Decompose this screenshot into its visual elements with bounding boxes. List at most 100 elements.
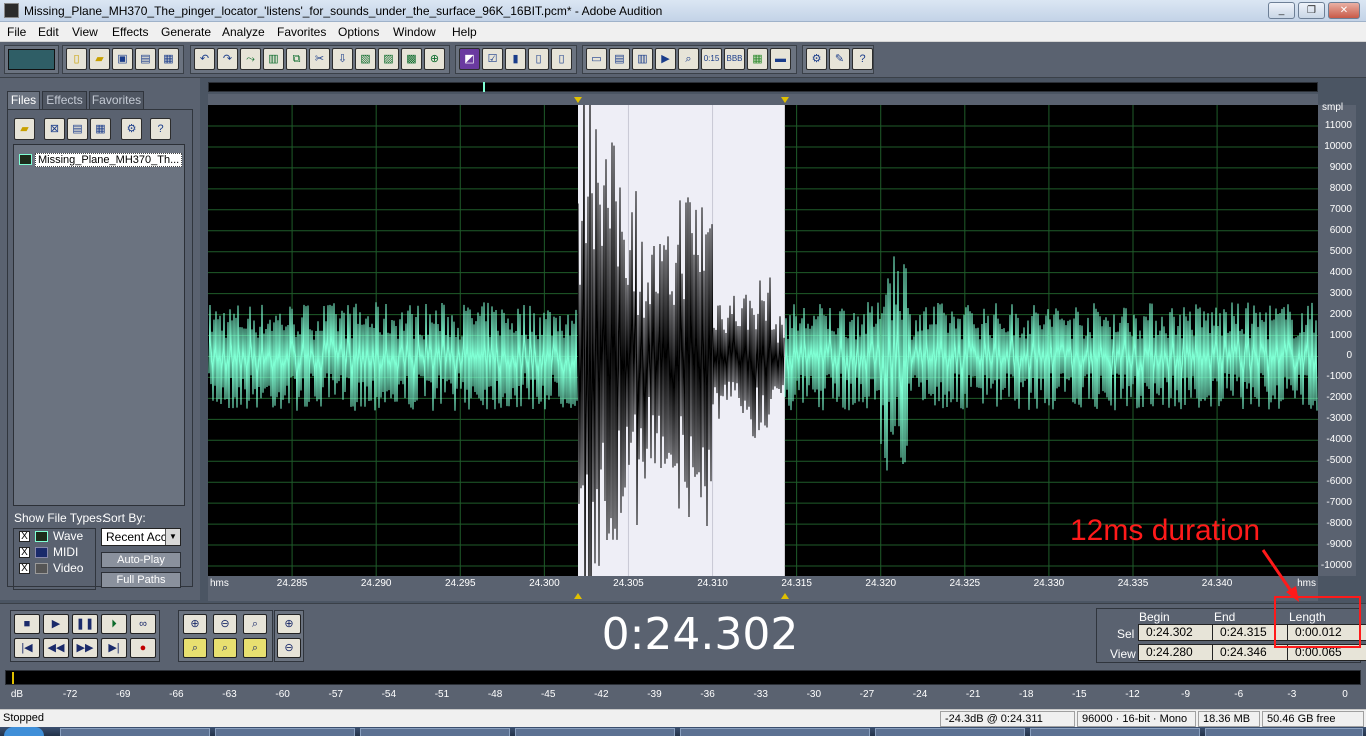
check-icon[interactable]: ☑ <box>482 48 503 70</box>
taskbar-item[interactable] <box>875 728 1025 736</box>
stop-button[interactable]: ■ <box>14 614 40 634</box>
zoom-full-icon[interactable]: ⌕ <box>243 614 267 634</box>
new-file-icon[interactable]: ▯ <box>66 48 87 70</box>
sort-by-select[interactable]: Recent Acc ▼ <box>101 528 181 546</box>
go-to-beginning-button[interactable]: |◀ <box>14 638 40 658</box>
copy-to-new-icon[interactable]: ▥ <box>263 48 284 70</box>
waveform-svg[interactable] <box>208 105 1318 576</box>
selection-end-marker-bottom[interactable] <box>780 593 789 599</box>
menu-favorites[interactable]: Favorites <box>277 25 326 39</box>
effects-window-icon[interactable]: ▤ <box>609 48 630 70</box>
multitrack-view-icon[interactable] <box>8 49 55 70</box>
menu-analyze[interactable]: Analyze <box>222 25 265 39</box>
pause-button[interactable]: ❚❚ <box>72 614 98 634</box>
save-all-icon[interactable]: ▦ <box>158 48 179 70</box>
file-window-icon[interactable]: ▭ <box>586 48 607 70</box>
list-item[interactable]: Missing_Plane_MH370_Th... <box>19 152 183 167</box>
selection-end-marker[interactable] <box>780 97 789 103</box>
chevron-down-icon[interactable]: ▼ <box>165 529 180 545</box>
taskbar-item[interactable] <box>215 728 355 736</box>
open-folder-icon[interactable]: ▰ <box>89 48 110 70</box>
cut-icon[interactable]: ✂ <box>309 48 330 70</box>
settings-icon[interactable]: ⚙ <box>121 118 142 140</box>
level-meter-bar[interactable] <box>5 670 1361 685</box>
zoom-right-edge-icon[interactable]: ⌕ <box>243 638 267 658</box>
go-to-end-button[interactable]: ▶| <box>101 638 127 658</box>
zoom-left-edge-icon[interactable]: ⌕ <box>213 638 237 658</box>
wave-checkbox[interactable]: X <box>19 531 30 542</box>
start-button[interactable] <box>4 727 44 736</box>
menu-help[interactable]: Help <box>452 25 477 39</box>
minimize-button[interactable]: _ <box>1268 2 1295 19</box>
taskbar-item[interactable] <box>1205 728 1363 736</box>
script-icon[interactable]: ✎ <box>829 48 850 70</box>
selection-window-icon[interactable]: BBB <box>724 48 745 70</box>
tab-effects[interactable]: Effects <box>42 91 87 109</box>
app-icon[interactable] <box>4 3 19 18</box>
paste-new-icon[interactable]: ▧ <box>355 48 376 70</box>
zoom-out-icon[interactable]: ⊖ <box>213 614 237 634</box>
zoom-window-icon[interactable]: ⌕ <box>678 48 699 70</box>
insert-into-cd-icon[interactable]: ▦ <box>90 118 111 140</box>
selection-start-marker-bottom[interactable] <box>574 593 582 599</box>
close-button[interactable]: ✕ <box>1328 2 1360 19</box>
favorites-window-icon[interactable]: ▥ <box>632 48 653 70</box>
menu-edit[interactable]: Edit <box>38 25 59 39</box>
vertical-zoom-in-icon[interactable]: ⊕ <box>277 614 301 634</box>
save-as-icon[interactable]: ▤ <box>135 48 156 70</box>
selection-start-marker[interactable] <box>574 97 582 103</box>
save-icon[interactable]: ▣ <box>112 48 133 70</box>
restore-button[interactable]: ❐ <box>1298 2 1325 19</box>
time-ruler[interactable]: hms hms 24.285 24.290 24.295 24.300 24.305 24… <box>208 576 1318 592</box>
taskbar-item[interactable] <box>360 728 510 736</box>
redo-icon[interactable]: ↷ <box>217 48 238 70</box>
insert-into-multitrack-icon[interactable]: ▤ <box>67 118 88 140</box>
time-window-icon[interactable]: 0:15 <box>701 48 722 70</box>
taskbar-item[interactable] <box>515 728 675 736</box>
repeat-icon[interactable]: ⤳ <box>240 48 261 70</box>
zoom-in-icon[interactable]: ⊕ <box>183 614 207 634</box>
menu-effects[interactable]: Effects <box>112 25 148 39</box>
menu-window[interactable]: Window <box>393 25 436 39</box>
close-file-icon[interactable]: ⊠ <box>44 118 65 140</box>
rewind-button[interactable]: ◀◀ <box>43 638 69 658</box>
trim-icon[interactable]: ▩ <box>401 48 422 70</box>
fast-forward-button[interactable]: ▶▶ <box>72 638 98 658</box>
open-file-icon[interactable]: ▰ <box>14 118 35 140</box>
tool-icon-a[interactable]: ▯ <box>528 48 549 70</box>
menu-view[interactable]: View <box>72 25 98 39</box>
play-button[interactable]: ▶ <box>43 614 69 634</box>
menu-options[interactable]: Options <box>338 25 379 39</box>
settings-gear-icon[interactable]: ⚙ <box>806 48 827 70</box>
spectral-icon[interactable]: ◩ <box>459 48 480 70</box>
snap-icon[interactable]: ⊕ <box>424 48 445 70</box>
undo-icon[interactable]: ↶ <box>194 48 215 70</box>
play-to-end-button[interactable]: ⏵ <box>101 614 127 634</box>
menu-generate[interactable]: Generate <box>161 25 211 39</box>
record-button[interactable]: ● <box>130 638 156 658</box>
tab-favorites[interactable]: Favorites <box>89 91 144 109</box>
paste-icon[interactable]: ⇩ <box>332 48 353 70</box>
mix-paste-icon[interactable]: ▨ <box>378 48 399 70</box>
audio-format[interactable]: 96000 · 16-bit · Mono <box>1077 711 1196 727</box>
level-meter-icon[interactable]: ▦ <box>747 48 768 70</box>
vertical-zoom-out-icon[interactable]: ⊖ <box>277 638 301 658</box>
taskbar-item[interactable] <box>680 728 870 736</box>
help-icon[interactable]: ? <box>852 48 873 70</box>
overview-bar[interactable] <box>208 82 1318 92</box>
status-bar-icon[interactable]: ▬ <box>770 48 791 70</box>
overview-position-marker[interactable] <box>483 82 485 92</box>
menu-file[interactable]: File <box>7 25 26 39</box>
video-checkbox[interactable]: X <box>19 563 30 574</box>
help-icon-panel[interactable]: ? <box>150 118 171 140</box>
tab-files[interactable]: Files <box>7 91 40 109</box>
view-begin-field[interactable]: 0:24.280 <box>1138 644 1218 661</box>
zoom-selection-icon[interactable]: ⌕ <box>183 638 207 658</box>
copy-icon[interactable]: ⧉ <box>286 48 307 70</box>
full-paths-button[interactable]: Full Paths <box>101 572 181 588</box>
file-list[interactable]: Missing_Plane_MH370_Th... <box>13 144 185 506</box>
waveform-display[interactable] <box>208 105 1318 576</box>
midi-checkbox[interactable]: X <box>19 547 30 558</box>
auto-play-button[interactable]: Auto-Play <box>101 552 181 568</box>
loop-button[interactable]: ∞ <box>130 614 156 634</box>
